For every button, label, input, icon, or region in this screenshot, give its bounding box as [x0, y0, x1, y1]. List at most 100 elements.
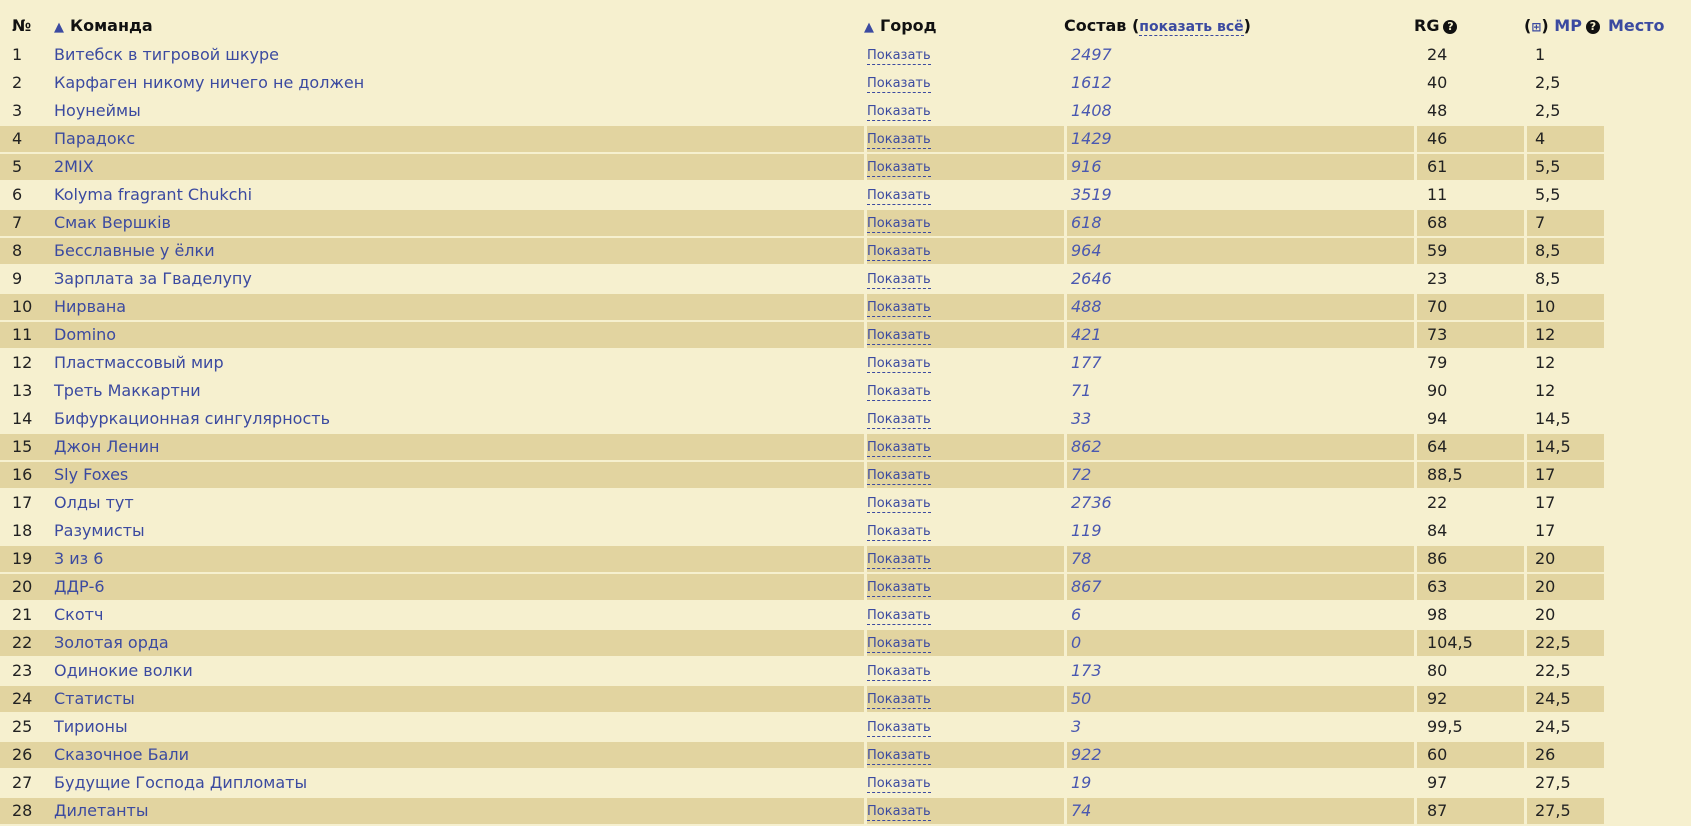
rating-link[interactable]: 964 [1064, 238, 1414, 266]
show-roster-link[interactable]: Показать [867, 160, 931, 177]
team-link[interactable]: Бесславные у ёлки [44, 238, 864, 266]
table-row: 52MIXТашкентПоказать916615,5 [0, 154, 1691, 182]
rating-link[interactable]: 488 [1064, 294, 1414, 322]
team-link[interactable]: Пластмассовый мир [44, 350, 864, 378]
team-link[interactable]: Разумисты [44, 518, 864, 546]
show-roster-link[interactable]: Показать [867, 692, 931, 709]
team-link[interactable]: ДДР-6 [44, 574, 864, 602]
show-roster-link[interactable]: Показать [867, 440, 931, 457]
show-roster-link[interactable]: Показать [867, 272, 931, 289]
team-link[interactable]: Смак Вершків [44, 210, 864, 238]
team-link[interactable]: Статисты [44, 686, 864, 714]
team-link[interactable]: Одинокие волки [44, 658, 864, 686]
rating-link[interactable]: 0 [1064, 630, 1414, 658]
team-link[interactable]: Domino [44, 322, 864, 350]
help-question-icon[interactable]: ? [1443, 19, 1458, 34]
team-link[interactable]: Будущие Господа Дипломаты [44, 770, 864, 798]
col-header-team[interactable]: ▲ Команда [44, 8, 864, 42]
rating-link[interactable]: 2646 [1064, 266, 1414, 294]
show-roster-link[interactable]: Показать [867, 608, 931, 625]
col-header-place-label[interactable]: Место [1608, 16, 1665, 35]
rating-link[interactable]: 33 [1064, 406, 1414, 434]
team-link[interactable]: Витебск в тигровой шкуре [44, 42, 864, 70]
show-roster-link[interactable]: Показать [867, 412, 931, 429]
show-roster-link[interactable]: Показать [867, 664, 931, 681]
team-link[interactable]: Дилетанты [44, 798, 864, 826]
rating-link[interactable]: 3 [1064, 714, 1414, 742]
rating-link[interactable]: 119 [1064, 518, 1414, 546]
show-roster-link[interactable]: Показать [867, 216, 931, 233]
team-link[interactable]: 2MIX [44, 154, 864, 182]
sort-asc-icon[interactable]: ▲ [864, 20, 874, 35]
team-link[interactable]: Скотч [44, 602, 864, 630]
rating-link[interactable]: 618 [1064, 210, 1414, 238]
rating-link[interactable]: 72 [1064, 462, 1414, 490]
rating-link[interactable]: 19 [1064, 770, 1414, 798]
show-roster-link[interactable]: Показать [867, 524, 931, 541]
show-roster-link[interactable]: Показать [867, 328, 931, 345]
rating-link[interactable]: 50 [1064, 686, 1414, 714]
mp-value: 48 [1414, 98, 1524, 126]
show-roster-link[interactable]: Показать [867, 188, 931, 205]
team-link[interactable]: Сказочное Бали [44, 742, 864, 770]
rating-link[interactable]: 922 [1064, 742, 1414, 770]
col-header-mp-label[interactable]: MP [1554, 16, 1582, 35]
show-roster-link[interactable]: Показать [867, 76, 931, 93]
place-value: 12 [1524, 322, 1604, 350]
team-link[interactable]: Джон Ленин [44, 434, 864, 462]
col-header-city[interactable]: ▲ Город [864, 8, 1064, 42]
show-roster-link[interactable]: Показать [867, 496, 931, 513]
help-question-icon[interactable]: ? [1585, 19, 1600, 34]
show-roster-link[interactable]: Показать [867, 636, 931, 653]
rating-link[interactable]: 173 [1064, 658, 1414, 686]
show-roster-link[interactable]: Показать [867, 748, 931, 765]
rating-link[interactable]: 74 [1064, 798, 1414, 826]
show-roster-link[interactable]: Показать [867, 384, 931, 401]
show-roster-link[interactable]: Показать [867, 356, 931, 373]
rating-link[interactable]: 2497 [1064, 42, 1414, 70]
rating-link[interactable]: 862 [1064, 434, 1414, 462]
show-roster-link[interactable]: Показать [867, 104, 931, 121]
rating-link[interactable]: 1408 [1064, 98, 1414, 126]
roster-cell: Показать [864, 546, 1064, 574]
show-roster-link[interactable]: Показать [867, 244, 931, 261]
show-roster-link[interactable]: Показать [867, 468, 931, 485]
col-header-place[interactable]: Место [1604, 8, 1691, 42]
team-link[interactable]: Парадокс [44, 126, 864, 154]
rating-link[interactable]: 3519 [1064, 182, 1414, 210]
rating-link[interactable]: 916 [1064, 154, 1414, 182]
team-link[interactable]: Карфаген никому ничего не должен [44, 70, 864, 98]
rating-link[interactable]: 78 [1064, 546, 1414, 574]
show-roster-link[interactable]: Показать [867, 720, 931, 737]
rating-link[interactable]: 71 [1064, 378, 1414, 406]
show-roster-link[interactable]: Показать [867, 300, 931, 317]
rating-link[interactable]: 6 [1064, 602, 1414, 630]
team-link[interactable]: Зарплата за Гваделупу [44, 266, 864, 294]
show-roster-link[interactable]: Показать [867, 804, 931, 821]
rating-link[interactable]: 1429 [1064, 126, 1414, 154]
show-roster-link[interactable]: Показать [867, 580, 931, 597]
team-link[interactable]: Бифуркационная сингулярность [44, 406, 864, 434]
team-link[interactable]: Sly Foxes [44, 462, 864, 490]
team-link[interactable]: Ноунеймы [44, 98, 864, 126]
rating-link[interactable]: 2736 [1064, 490, 1414, 518]
expand-icon[interactable]: ⊞ [1531, 20, 1541, 34]
team-link[interactable]: Золотая орда [44, 630, 864, 658]
show-roster-link[interactable]: Показать [867, 132, 931, 149]
rating-link[interactable]: 421 [1064, 322, 1414, 350]
place-value: 1 [1524, 42, 1604, 70]
show-roster-link[interactable]: Показать [867, 48, 931, 65]
team-link[interactable]: 3 из 6 [44, 546, 864, 574]
team-link[interactable]: Kolyma fragrant Chukchi [44, 182, 864, 210]
rating-link[interactable]: 1612 [1064, 70, 1414, 98]
team-link[interactable]: Треть Маккартни [44, 378, 864, 406]
mp-value: 60 [1414, 742, 1524, 770]
rating-link[interactable]: 867 [1064, 574, 1414, 602]
show-all-link[interactable]: показать всё [1139, 18, 1244, 36]
show-roster-link[interactable]: Показать [867, 552, 931, 569]
team-link[interactable]: Олды тут [44, 490, 864, 518]
sort-asc-icon[interactable]: ▲ [54, 20, 64, 35]
team-link[interactable]: Тирионы [44, 714, 864, 742]
team-link[interactable]: Нирвана [44, 294, 864, 322]
rating-link[interactable]: 177 [1064, 350, 1414, 378]
